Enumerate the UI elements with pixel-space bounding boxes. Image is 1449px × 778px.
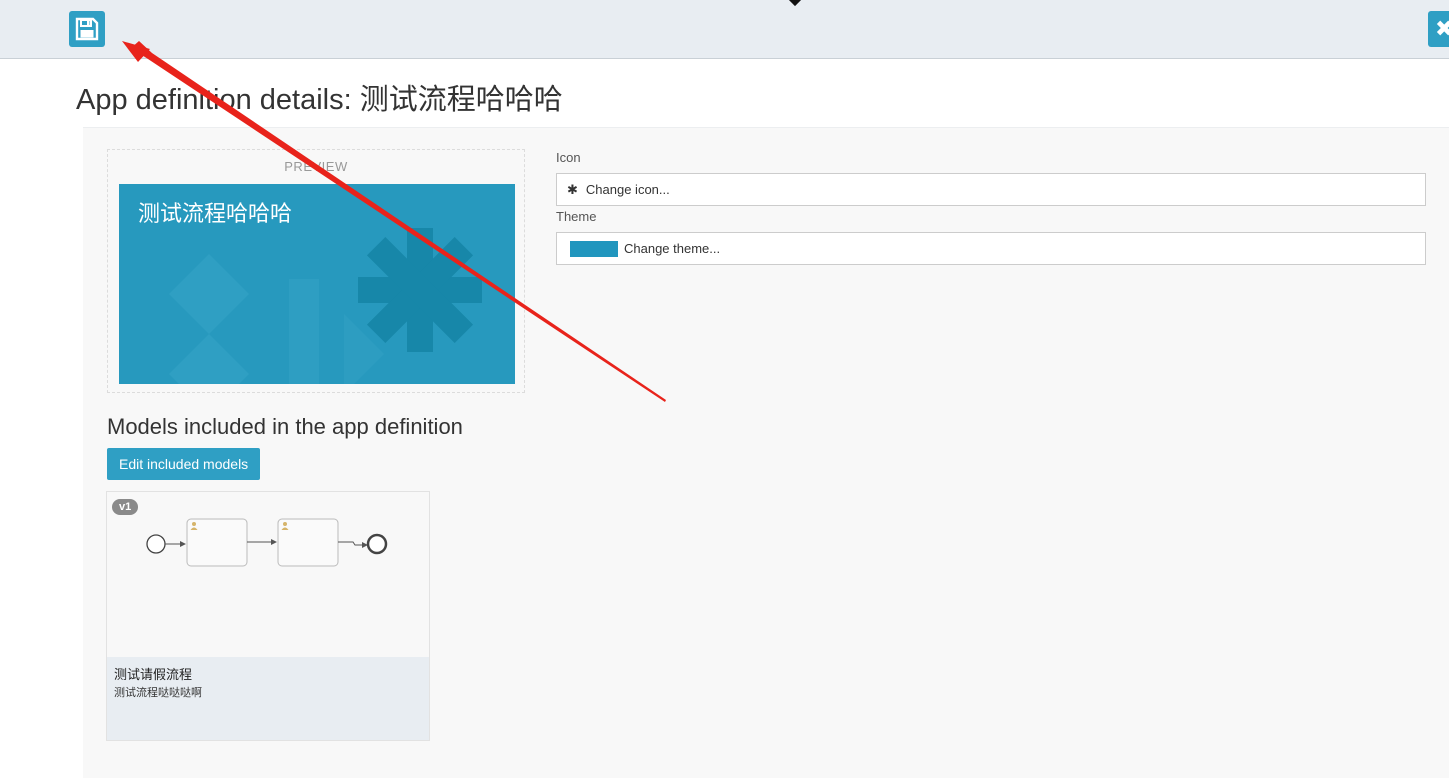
model-card[interactable]: v1 测试请假流程 测试流程哒哒哒啊 xyxy=(106,491,430,741)
theme-label: Theme xyxy=(556,209,597,224)
end-event-icon xyxy=(366,533,388,555)
close-icon: ✖ xyxy=(1435,16,1449,41)
tile-title: 测试流程哈哈哈 xyxy=(138,201,293,226)
preview-box: PREVIEW 测试流程哈哈哈 xyxy=(107,149,525,393)
models-section-title: Models included in the app definition xyxy=(107,414,463,439)
change-theme-button[interactable]: Change theme... xyxy=(556,232,1426,265)
change-icon-button[interactable]: ✱ Change icon... xyxy=(556,173,1426,206)
user-task-icon xyxy=(277,518,339,567)
edit-included-models-button[interactable]: Edit included models xyxy=(107,448,261,480)
asterisk-icon: ✱ xyxy=(567,181,578,197)
model-card-footer: 测试请假流程 测试流程哒哒哒啊 xyxy=(107,657,429,740)
bpmn-thumbnail xyxy=(146,518,388,567)
change-icon-label: Change icon... xyxy=(585,182,670,197)
preview-label: PREVIEW xyxy=(284,159,348,174)
save-button[interactable] xyxy=(69,11,105,47)
icon-label: Icon xyxy=(556,150,581,165)
model-name: 测试请假流程 xyxy=(114,667,193,682)
start-event-icon xyxy=(146,534,166,554)
change-theme-label: Change theme... xyxy=(624,241,721,256)
preview-tile: 测试流程哈哈哈 xyxy=(119,184,515,384)
close-button[interactable]: ✖ xyxy=(1428,11,1449,47)
user-task-icon xyxy=(186,518,248,567)
caret-icon xyxy=(787,0,803,7)
model-description: 测试流程哒哒哒啊 xyxy=(114,687,202,699)
app-definition-content: PREVIEW 测试流程哈哈哈 Icon ✱ Change icon... Th… xyxy=(83,127,1449,778)
theme-swatch xyxy=(570,240,618,257)
save-icon xyxy=(75,17,99,41)
top-toolbar: ✖ xyxy=(0,0,1449,59)
asterisk-icon xyxy=(358,228,482,352)
page-title: App definition details: 测试流程哈哈哈 xyxy=(76,84,563,116)
